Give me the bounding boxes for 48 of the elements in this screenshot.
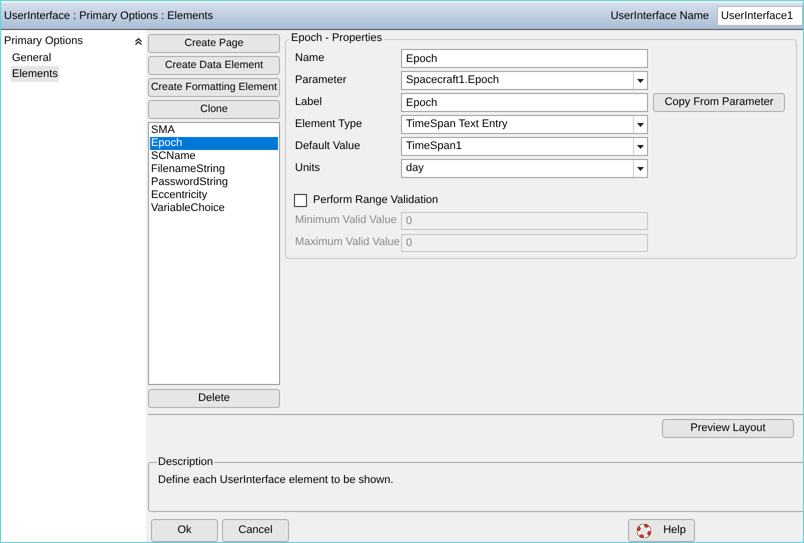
dropdown-arrow-icon[interactable] [637,166,644,170]
field-label: Minimum Valid Value [295,213,398,228]
description-text: Define each UserInterface element to be shown. [157,473,394,488]
dropdown[interactable]: day [401,159,648,178]
list-item[interactable]: SMA [150,124,278,137]
field-label: Parameter [295,73,348,88]
text-field[interactable]: Epoch [401,49,648,68]
name-label: UserInterface Name [610,8,709,24]
dropdown[interactable]: TimeSpan1 [401,137,648,156]
lifebuoy-icon [637,524,652,538]
text-field[interactable]: Epoch [401,93,648,112]
action-button[interactable]: Create Formatting Element [148,78,280,97]
field-label: Element Type [295,117,364,132]
sidebar-item[interactable]: General [11,50,52,66]
field-label: Default Value [295,139,362,154]
dropdown[interactable]: TimeSpan Text Entry [401,115,648,134]
list-item[interactable]: SCName [150,150,278,163]
delete-button[interactable]: Delete [148,389,280,408]
checkbox-label[interactable]: Perform Range Validation [313,192,438,208]
copy-from-parameter-button[interactable]: Copy From Parameter [653,93,785,112]
dropdown-arrow-icon[interactable] [637,122,644,126]
field-label: Name [295,51,326,66]
field-label: Units [295,161,322,176]
dropdown[interactable]: Spacecraft1.Epoch [401,71,648,90]
group-title: Description [157,456,214,469]
action-button[interactable]: Create Page [148,34,280,53]
list-item[interactable]: PasswordString [150,176,278,189]
field-label: Maximum Valid Value [295,235,401,250]
action-button[interactable]: Clone [148,100,280,119]
sidebar-item[interactable]: Elements [11,66,59,82]
collapse-icon[interactable] [135,38,142,44]
list-item[interactable]: Eccentricity [150,189,278,202]
list-item[interactable]: Epoch [150,137,278,150]
field-label: Label [295,95,323,110]
sidebar-title[interactable]: Primary Options [4,32,83,50]
help-button[interactable]: Help [628,519,695,542]
dialog-button[interactable]: Ok [151,519,218,542]
window-title: UserInterface : Primary Options : Elements [4,8,214,24]
group-title: Epoch - Properties [289,32,384,45]
action-button[interactable]: Create Data Element [148,56,280,75]
dropdown-arrow-icon[interactable] [637,78,644,82]
dialog-button[interactable]: Cancel [222,519,289,542]
dropdown-arrow-icon[interactable] [637,144,644,148]
name-field[interactable]: UserInterface1 [717,6,803,26]
list-item[interactable]: FilenameString [150,163,278,176]
preview-layout-button[interactable]: Preview Layout [662,419,794,438]
list-item[interactable]: VariableChoice [150,202,278,215]
checkbox[interactable] [294,194,307,207]
